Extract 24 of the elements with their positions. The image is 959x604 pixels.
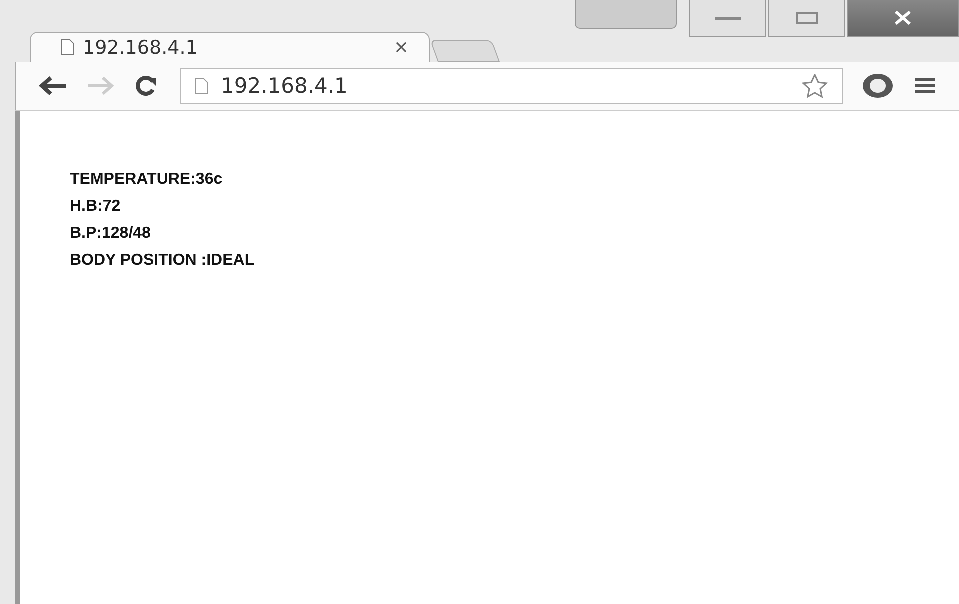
tab-title: 192.168.4.1 xyxy=(83,36,199,58)
reload-icon[interactable] xyxy=(134,74,158,98)
new-tab-button[interactable] xyxy=(430,40,500,62)
close-icon xyxy=(893,10,913,26)
minimize-icon xyxy=(712,14,742,22)
extension-icon[interactable] xyxy=(861,72,895,100)
close-tab-button[interactable]: × xyxy=(394,37,409,58)
back-icon[interactable] xyxy=(38,76,68,96)
reading-text: B.P:128/48 xyxy=(70,224,152,244)
maximize-button[interactable] xyxy=(768,0,845,37)
reading-text: H.B:72 xyxy=(70,197,122,217)
page-icon xyxy=(195,78,209,94)
close-button[interactable] xyxy=(847,0,959,37)
page-icon xyxy=(61,39,75,56)
star-icon[interactable] xyxy=(802,74,828,98)
menu-icon[interactable] xyxy=(913,76,937,96)
address-bar[interactable]: 192.168.4.1 xyxy=(180,68,843,104)
reading-text: TEMPERATURE:36c xyxy=(70,170,224,190)
minimize-button[interactable] xyxy=(689,0,766,37)
maximize-icon xyxy=(794,11,818,25)
reading-text: BODY POSITION :IDEAL xyxy=(70,251,256,271)
profile-button[interactable] xyxy=(575,0,677,29)
browser-tab[interactable]: 192.168.4.1 × xyxy=(30,32,430,62)
url-text: 192.168.4.1 xyxy=(221,74,349,98)
